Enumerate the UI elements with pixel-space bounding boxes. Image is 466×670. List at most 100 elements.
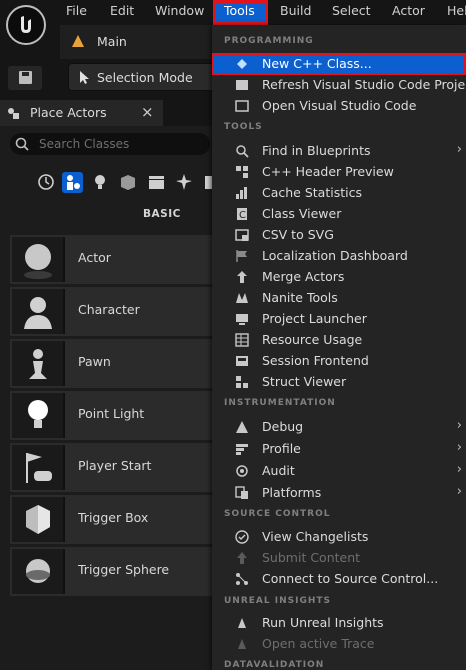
- menu-item-view-changelists[interactable]: View Changelists: [212, 527, 466, 548]
- menu-actor[interactable]: Actor: [392, 0, 425, 24]
- insights-icon: [238, 618, 246, 628]
- menu-item-nanite-tools[interactable]: Nanite Tools: [212, 288, 466, 309]
- menu-item-csv-to-svg[interactable]: CSV to SVG: [212, 225, 466, 246]
- section-unreal-insights: UNREAL INSIGHTS: [224, 596, 332, 606]
- chevron-right-icon: ›: [456, 440, 462, 455]
- menu-item-label: Localization Dashboard: [262, 248, 408, 263]
- menu-item-run-unreal-insights[interactable]: Run Unreal Insights: [212, 613, 466, 634]
- menu-item-label: Submit Content: [262, 550, 361, 565]
- cursor-icon: [80, 71, 89, 84]
- recent-icon[interactable]: [36, 172, 57, 193]
- menu-item-cache-statistics[interactable]: Cache Statistics: [212, 183, 466, 204]
- save-button[interactable]: [8, 66, 42, 90]
- actor-row-actor[interactable]: Actor: [10, 235, 220, 284]
- actor-label: Player Start: [78, 458, 152, 473]
- menu-select[interactable]: Select: [332, 0, 371, 24]
- cinematic-icon[interactable]: [146, 172, 167, 193]
- menu-item-new-cpp-class[interactable]: New C++ Class...: [212, 54, 466, 75]
- actor-row-player-start[interactable]: Player Start: [10, 443, 220, 492]
- menu-item-label: Resource Usage: [262, 332, 363, 347]
- place-actors-title: Place Actors: [30, 105, 107, 120]
- menu-item-cpp-header-preview[interactable]: C++ Header Preview: [212, 162, 466, 183]
- menu-edit[interactable]: Edit: [110, 0, 134, 24]
- menu-item-label: Open Visual Studio Code: [262, 98, 417, 113]
- class-viewer-icon: C: [237, 208, 247, 221]
- submit-icon: [237, 552, 247, 564]
- merge-icon: [237, 271, 247, 283]
- resource-table-icon: [235, 333, 249, 347]
- nanite-icon: [236, 293, 248, 303]
- menu-help[interactable]: Help: [447, 0, 466, 24]
- menu-file[interactable]: File: [66, 0, 87, 24]
- menu-item-label: Class Viewer: [262, 206, 342, 221]
- debug-icon: [236, 421, 248, 433]
- new-cpp-class-icon: [237, 59, 247, 69]
- search-icon: [15, 137, 29, 151]
- menu-item-profile[interactable]: Profile ›: [212, 439, 466, 460]
- menu-item-session-frontend[interactable]: Session Frontend: [212, 351, 466, 372]
- level-tab-label: Main: [97, 34, 127, 49]
- menu-item-label: Run Unreal Insights: [262, 615, 384, 630]
- place-actors-icon: [8, 108, 19, 119]
- menu-item-label: C++ Header Preview: [262, 164, 394, 179]
- menu-item-label: Open active Trace: [262, 636, 375, 651]
- trigger-sphere-thumbnail-icon: [12, 549, 65, 594]
- chevron-right-icon: ›: [456, 462, 462, 477]
- menu-item-localization-dashboard[interactable]: Localization Dashboard: [212, 246, 466, 267]
- menu-tools[interactable]: Tools: [224, 0, 255, 24]
- menu-item-struct-viewer[interactable]: Struct Viewer: [212, 372, 466, 393]
- menu-item-resource-usage[interactable]: Resource Usage: [212, 330, 466, 351]
- unreal-logo-icon[interactable]: [6, 5, 46, 45]
- actor-row-character[interactable]: Character: [10, 287, 220, 336]
- actor-row-pawn[interactable]: Pawn: [10, 339, 220, 388]
- shapes-icon[interactable]: [118, 172, 139, 193]
- menu-item-label: Connect to Source Control...: [262, 571, 439, 586]
- point-light-thumbnail-icon: [12, 393, 65, 438]
- level-tab[interactable]: Main: [60, 25, 220, 59]
- actor-label: Actor: [78, 250, 111, 265]
- menu-item-connect-source-control[interactable]: Connect to Source Control...: [212, 569, 466, 590]
- section-datavalidation: DATAVALIDATION: [224, 660, 325, 670]
- statistics-icon: [236, 187, 247, 199]
- more-categories-icon[interactable]: [202, 172, 212, 193]
- actor-row-trigger-box[interactable]: Trigger Box: [10, 495, 220, 544]
- menu-item-submit-content: Submit Content: [212, 548, 466, 569]
- search-classes-input[interactable]: Search Classes: [10, 133, 210, 155]
- close-icon[interactable]: ×: [141, 103, 154, 121]
- actor-label: Trigger Sphere: [78, 562, 170, 577]
- chevron-right-icon: ›: [456, 142, 462, 157]
- visual-effects-icon[interactable]: [174, 172, 195, 193]
- place-actors-tab[interactable]: Place Actors ×: [0, 100, 163, 126]
- menu-item-merge-actors[interactable]: Merge Actors: [212, 267, 466, 288]
- basic-category-icon[interactable]: [62, 172, 83, 193]
- menu-item-label: Platforms: [262, 485, 322, 500]
- actor-label: Point Light: [78, 406, 145, 421]
- menu-item-platforms[interactable]: Platforms ›: [212, 483, 466, 504]
- csv-to-svg-icon: [235, 229, 249, 241]
- character-thumbnail-icon: [12, 289, 65, 334]
- selection-mode-dropdown[interactable]: Selection Mode: [68, 63, 218, 91]
- actor-label: Pawn: [78, 354, 111, 369]
- actor-row-trigger-sphere[interactable]: Trigger Sphere: [10, 547, 220, 596]
- save-icon: [19, 71, 32, 84]
- section-instrumentation: INSTRUMENTATION: [224, 398, 336, 408]
- menu-build[interactable]: Build: [280, 0, 311, 24]
- menu-item-find-in-blueprints[interactable]: Find in Blueprints ›: [212, 141, 466, 162]
- menu-item-label: CSV to SVG: [262, 227, 334, 242]
- menu-item-project-launcher[interactable]: Project Launcher: [212, 309, 466, 330]
- menu-item-open-vscode[interactable]: Open Visual Studio Code: [212, 96, 466, 117]
- connect-icon: [236, 573, 248, 585]
- changelist-check-icon: [235, 530, 249, 544]
- menu-window[interactable]: Window: [155, 0, 204, 24]
- section-tools: TOOLS: [224, 122, 263, 132]
- menu-item-label: Merge Actors: [262, 269, 345, 284]
- menu-item-debug[interactable]: Debug ›: [212, 417, 466, 438]
- actor-row-point-light[interactable]: Point Light: [10, 391, 220, 440]
- section-programming: PROGRAMMING: [224, 36, 314, 46]
- session-icon: [236, 356, 248, 366]
- menu-item-audit[interactable]: Audit ›: [212, 461, 466, 482]
- lights-icon[interactable]: [90, 172, 111, 193]
- menu-item-label: Session Frontend: [262, 353, 369, 368]
- menu-item-class-viewer[interactable]: C Class Viewer: [212, 204, 466, 225]
- menu-item-refresh-vscode[interactable]: Refresh Visual Studio Code Project: [212, 75, 466, 96]
